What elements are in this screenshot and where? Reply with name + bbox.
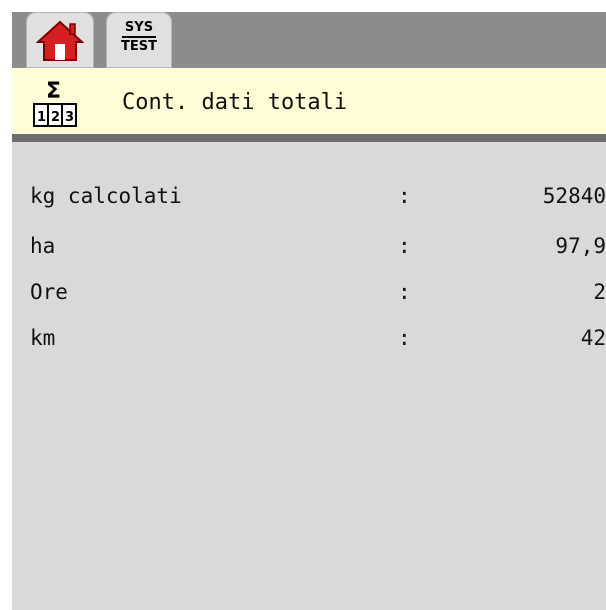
row-label: Ore [30, 280, 68, 304]
row-value: 52840 [542, 184, 606, 208]
row-ha: ha : 97,9 [12, 228, 606, 268]
counter-digit-1: 1 [37, 110, 46, 125]
top-toolbar: SYS TEST [12, 12, 606, 68]
row-separator: : [398, 326, 411, 350]
row-value: 97,9 [555, 234, 606, 258]
totals-list: kg calcolati : 52840 ha : 97,9 Ore : 2 k… [12, 150, 606, 610]
row-value: 42 [580, 326, 606, 350]
counter-digit-3: 3 [65, 110, 74, 125]
row-kg-calcolati: kg calcolati : 52840 [12, 178, 606, 218]
terminal-screen: SYS TEST Σ 1 2 3 Cont. dati totali kg ca… [12, 12, 606, 610]
sum-counter-icon: Σ 1 2 3 [33, 79, 77, 127]
home-icon [36, 20, 84, 61]
sys-test-button[interactable]: SYS TEST [106, 12, 172, 68]
sum-symbol: Σ [46, 79, 61, 104]
counter-digit-2: 2 [51, 110, 60, 125]
title-bar: Σ 1 2 3 Cont. dati totali [12, 68, 606, 142]
row-value: 2 [593, 280, 606, 304]
row-separator: : [398, 234, 411, 258]
sys-test-icon: SYS TEST [120, 20, 158, 58]
row-ore: Ore : 2 [12, 274, 606, 314]
page-title: Cont. dati totali [122, 90, 348, 115]
row-separator: : [398, 184, 411, 208]
row-separator: : [398, 280, 411, 304]
row-label: km [30, 326, 56, 350]
row-km: km : 42 [12, 320, 606, 360]
row-label: kg calcolati [30, 184, 182, 208]
home-button[interactable] [26, 12, 94, 68]
row-label: ha [30, 234, 56, 258]
sys-test-bottom-label: TEST [121, 39, 157, 54]
sys-test-top-label: SYS [122, 20, 156, 38]
